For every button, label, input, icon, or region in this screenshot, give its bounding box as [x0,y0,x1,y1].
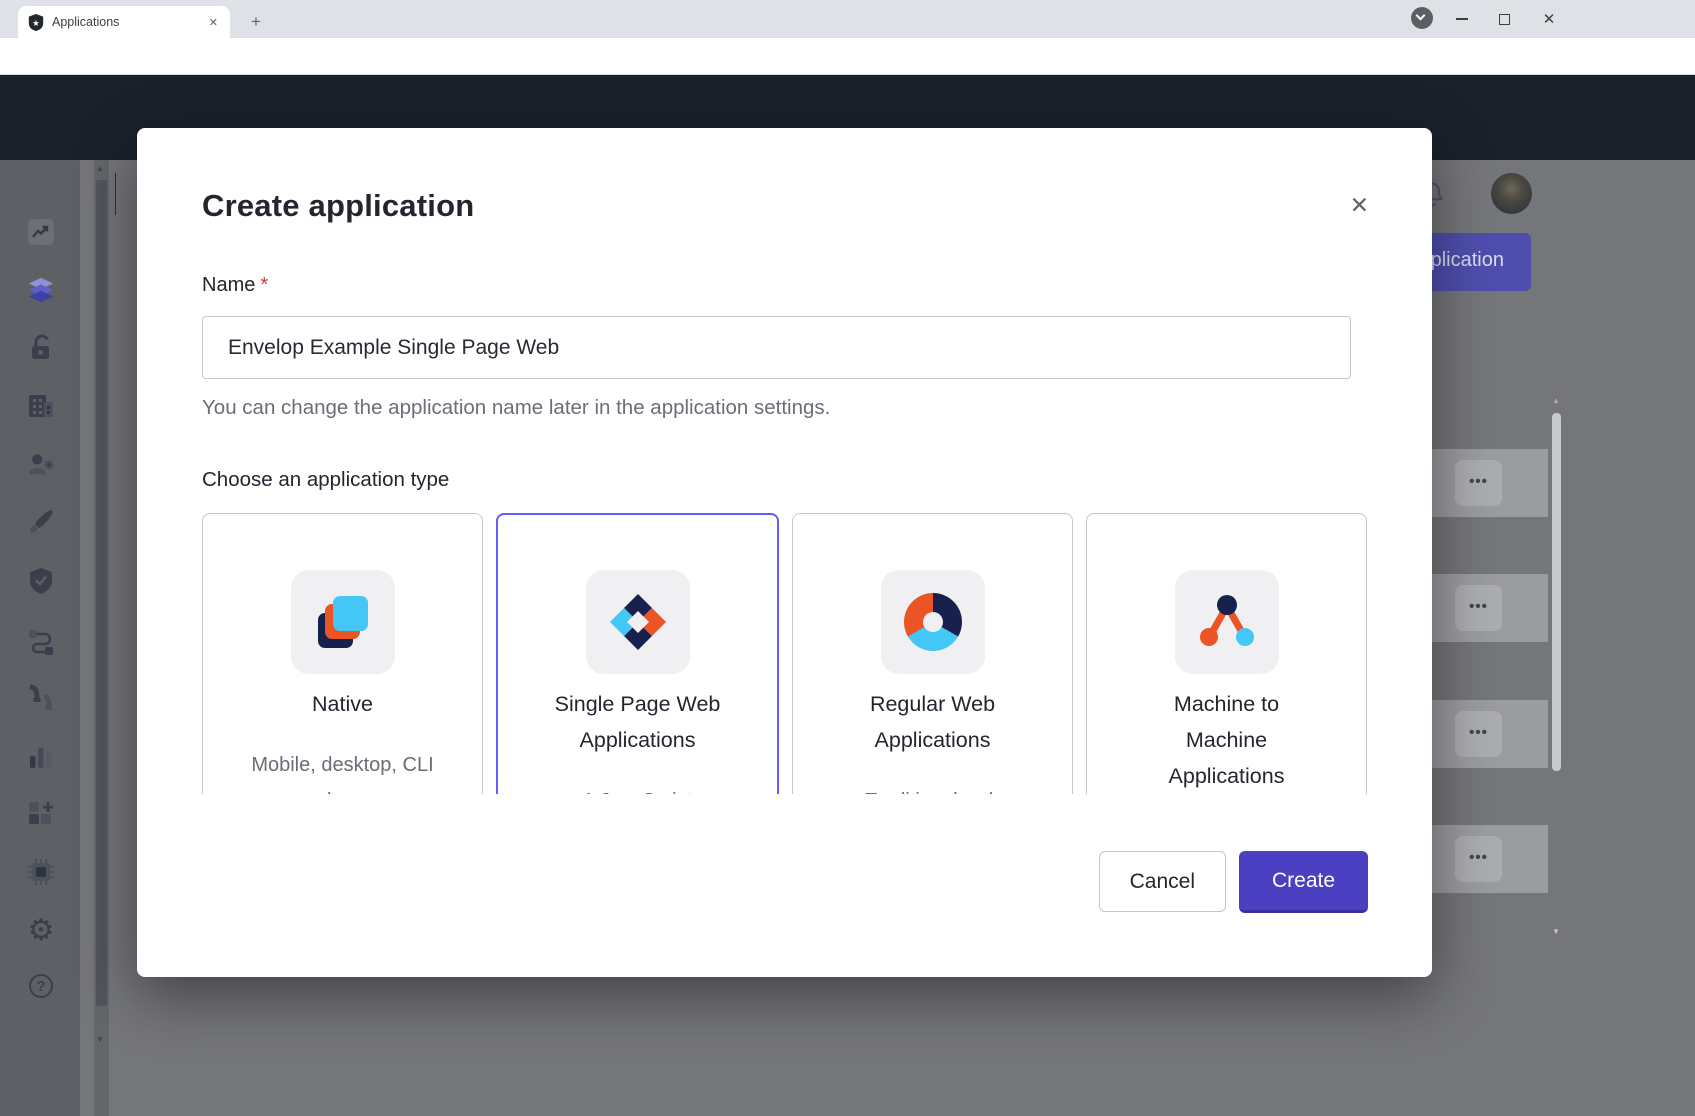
sidebar-item-extensions[interactable] [27,858,55,886]
choose-type-label: Choose an application type [202,468,1367,492]
sidebar-item-marketplace[interactable] [27,799,55,827]
modal-footer: Cancel Create [1099,851,1368,913]
spa-icon [586,570,690,674]
sidebar-item-security[interactable] [27,567,55,595]
modal-header: Create application ✕ [137,128,1432,224]
app-type-card-spa[interactable]: Single Page Web Applications A JavaScrip… [496,513,779,794]
sidebar-item-actions[interactable] [27,627,55,655]
modal-title: Create application [202,188,474,224]
screen: ★ Applications ✕ + ✕ ← → manage.auth0.co… [0,0,1695,1116]
app-type-card-m2m[interactable]: Machine to Machine Applications [1086,513,1367,794]
modal-scrollbar[interactable]: ▲ ▼ [1550,396,1563,936]
modal-body: Name* You can change the application nam… [137,274,1432,794]
nav-divider [115,173,116,215]
cancel-button[interactable]: Cancel [1099,851,1226,912]
row-menu-button[interactable]: ••• [1455,460,1502,506]
scrollbar-up-arrow[interactable]: ▲ [1552,396,1560,405]
gear-icon: ⚙ [28,913,55,948]
machine-to-machine-icon [1175,570,1279,674]
sidebar-item-branding[interactable] [27,508,55,536]
browser-tab[interactable]: ★ Applications ✕ [18,6,230,38]
sidebar-item-activity[interactable] [27,218,55,246]
app-type-viewport: Native Mobile, desktop, CLI and smart Si… [202,513,1367,794]
app-type-cards: Native Mobile, desktop, CLI and smart Si… [202,513,1367,794]
browser-profile-chevron-icon[interactable] [1411,7,1433,29]
sidebar-item-applications[interactable] [27,276,55,304]
question-icon: ? [29,974,53,998]
sidebar-item-monitoring[interactable] [27,743,55,771]
card-description: A JavaScript [540,783,735,794]
card-description: Mobile, desktop, CLI and smart [245,747,440,794]
sidebar-item-help[interactable]: ? [27,972,55,1000]
application-name-input[interactable] [202,316,1351,379]
scrollbar-down-arrow[interactable]: ▼ [1552,927,1560,936]
window-maximize-button[interactable] [1484,0,1524,38]
svg-text:★: ★ [32,17,40,27]
create-application-modal: Create application ✕ Name* You can chang… [137,128,1432,977]
card-description: Traditional web [835,783,1030,794]
tab-close-icon[interactable]: ✕ [205,14,222,31]
sidebar-item-settings[interactable]: ⚙ [27,916,55,944]
create-button[interactable]: Create [1239,851,1368,913]
row-menu-button[interactable]: ••• [1455,711,1502,757]
window-close-button[interactable]: ✕ [1529,0,1569,38]
scrollbar-up-arrow[interactable]: ▲ [96,164,104,173]
browser-tabstrip: ★ Applications ✕ + ✕ [0,0,1695,38]
card-title: Single Page Web Applications [549,686,727,758]
required-asterisk: * [260,274,268,296]
row-menu-button[interactable]: ••• [1455,585,1502,631]
sidebar-nav: ⚙ ? [0,160,80,1116]
sidebar-item-apis[interactable] [27,334,55,362]
app-type-card-native[interactable]: Native Mobile, desktop, CLI and smart [202,513,483,794]
modal-close-icon[interactable]: ✕ [1350,192,1369,219]
sidebar-item-organizations[interactable] [27,392,55,420]
new-tab-button[interactable]: + [244,10,268,34]
browser-toolbar: ← → manage.auth0.com/dashboard/eu/dream-… [0,38,1695,75]
scrollbar-thumb[interactable] [96,180,107,1006]
sidebar-item-user-management[interactable] [27,450,55,478]
row-menu-button[interactable]: ••• [1455,836,1502,882]
app-type-card-regular-web[interactable]: Regular Web Applications Traditional web [792,513,1073,794]
card-title: Native [254,686,432,722]
name-label: Name* [202,274,1367,297]
tab-title: Applications [52,15,205,29]
user-avatar[interactable] [1491,173,1532,214]
name-helper-text: You can change the application name late… [202,396,1367,420]
scrollbar-thumb[interactable] [1552,413,1561,771]
regular-web-icon [881,570,985,674]
scrollbar-down-arrow[interactable]: ▼ [96,1035,104,1044]
sidebar-item-auth-pipeline[interactable] [27,684,55,712]
card-title: Regular Web Applications [844,686,1022,758]
card-title: Machine to Machine Applications [1138,686,1316,794]
native-icon [291,570,395,674]
auth0-favicon: ★ [28,14,44,31]
window-minimize-button[interactable] [1442,0,1482,38]
page-scrollbar[interactable]: ▲ ▼ [94,160,109,1116]
